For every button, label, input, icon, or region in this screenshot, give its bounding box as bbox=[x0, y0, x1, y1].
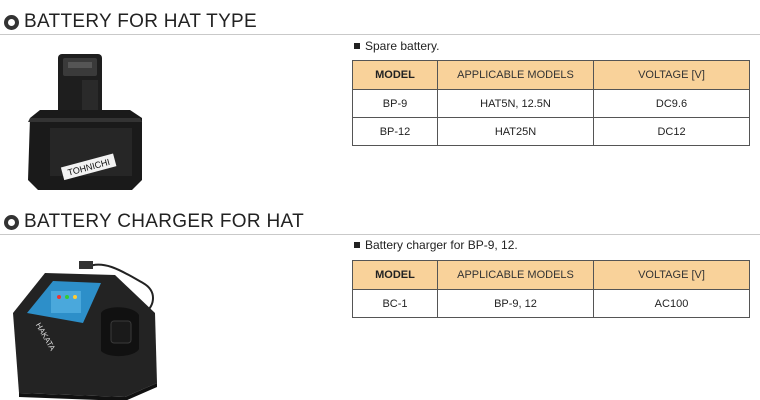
section-title: BATTERY CHARGER FOR HAT bbox=[24, 211, 304, 232]
table-row: BP-9 HAT5N, 12.5N DC9.6 bbox=[352, 89, 750, 118]
note-text: Battery charger for BP-9, 12. bbox=[365, 238, 518, 252]
section-note: Spare battery. bbox=[354, 39, 439, 53]
ring-bullet-icon bbox=[4, 14, 19, 30]
charger-section: BATTERY CHARGER FOR HAT HAKATA Battery c… bbox=[0, 205, 760, 400]
column-header: APPLICABLE MODELS bbox=[437, 260, 594, 290]
table-cell: BP-9, 12 bbox=[437, 289, 594, 318]
section-divider bbox=[0, 234, 760, 235]
table-header-row: MODEL APPLICABLE MODELS VOLTAGE [V] bbox=[352, 260, 750, 290]
table-cell: DC9.6 bbox=[593, 89, 750, 118]
section-divider bbox=[0, 34, 760, 35]
section-note: Battery charger for BP-9, 12. bbox=[354, 238, 518, 252]
note-text: Spare battery. bbox=[365, 39, 440, 53]
table-cell: DC12 bbox=[593, 117, 750, 146]
section-heading: BATTERY CHARGER FOR HAT bbox=[4, 210, 304, 234]
table-row: BC-1 BP-9, 12 AC100 bbox=[352, 289, 750, 318]
table-cell: BP-9 bbox=[352, 89, 438, 118]
square-bullet-icon bbox=[354, 43, 360, 49]
column-header: MODEL bbox=[352, 60, 438, 90]
section-title: BATTERY FOR HAT TYPE bbox=[24, 11, 257, 32]
column-header: APPLICABLE MODELS bbox=[437, 60, 594, 90]
spec-table: MODEL APPLICABLE MODELS VOLTAGE [V] BP-9… bbox=[352, 60, 750, 146]
table-header-row: MODEL APPLICABLE MODELS VOLTAGE [V] bbox=[352, 60, 750, 90]
ring-bullet-icon bbox=[4, 214, 19, 230]
table-cell: HAT25N bbox=[437, 117, 594, 146]
square-bullet-icon bbox=[354, 242, 360, 248]
spec-table: MODEL APPLICABLE MODELS VOLTAGE [V] BC-1… bbox=[352, 260, 750, 318]
table-cell: AC100 bbox=[593, 289, 750, 318]
table-row: BP-12 HAT25N DC12 bbox=[352, 117, 750, 146]
battery-pack-image: TOHNICHI bbox=[28, 54, 142, 190]
section-heading: BATTERY FOR HAT TYPE bbox=[4, 10, 257, 34]
table-cell: BC-1 bbox=[352, 289, 438, 318]
column-header: MODEL bbox=[352, 260, 438, 290]
battery-charger-image: HAKATA bbox=[13, 261, 157, 400]
table-cell: HAT5N, 12.5N bbox=[437, 89, 594, 118]
column-header: VOLTAGE [V] bbox=[593, 60, 750, 90]
battery-section: BATTERY FOR HAT TYPE TOHNICHI Spare batt… bbox=[0, 0, 760, 200]
column-header: VOLTAGE [V] bbox=[593, 260, 750, 290]
table-cell: BP-12 bbox=[352, 117, 438, 146]
